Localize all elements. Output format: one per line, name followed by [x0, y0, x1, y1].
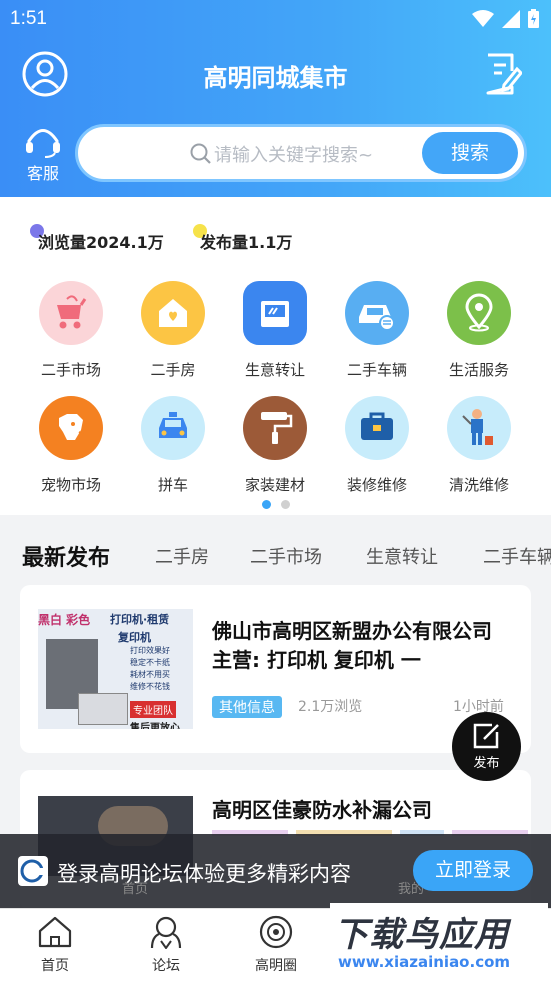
category-label: 二手房	[150, 361, 196, 379]
category-second-hand-house[interactable]: 二手房	[122, 281, 224, 380]
publish-fab[interactable]: 发布	[452, 712, 521, 781]
paint-roller-icon	[261, 412, 293, 444]
tab-used-vehicles[interactable]: 二手车辆	[483, 543, 551, 569]
location-pin-icon	[465, 293, 493, 332]
peek-home-label: 首页	[122, 882, 149, 897]
taxi-icon	[159, 412, 187, 438]
printer-graphic	[78, 693, 128, 725]
nav-label: 论坛	[152, 958, 180, 974]
search-button[interactable]: 搜索	[422, 132, 518, 174]
tab-business-transfer[interactable]: 生意转让	[366, 543, 438, 569]
thumb-text: 维修不花钱	[130, 682, 170, 691]
post-tag: 其他信息	[212, 696, 282, 718]
post-title[interactable]: 佛山市高明区新盟办公有限公司 主营: 打印机 复印机 一	[212, 617, 512, 677]
thumb-text: 打印效果好	[130, 646, 170, 655]
search-icon	[190, 143, 211, 164]
post-thumbnail: 黑白 彩色 打印机·租赁 复印机 打印效果好 稳定不卡纸 耗材不用买 维修不花钱…	[38, 609, 193, 729]
status-icons	[472, 9, 539, 28]
category-label: 二手市场	[40, 361, 101, 379]
category-pet-market[interactable]: 宠物市场	[20, 396, 122, 495]
category-used-vehicles[interactable]: 二手车辆	[326, 281, 428, 380]
views-stat: 浏览量2024.1万	[38, 233, 164, 252]
category-cleaning-repair[interactable]: 清洗维修	[428, 396, 530, 495]
category-second-hand-market[interactable]: 二手市场	[20, 281, 122, 380]
watermark: 下载鸟应用 www.xiazainiao.com	[330, 903, 548, 979]
login-banner-text: 登录高明论坛体验更多精彩内容	[57, 862, 351, 886]
tab-second-hand-house[interactable]: 二手房	[155, 543, 209, 569]
thumb-text: 打印机·租赁	[110, 613, 170, 626]
publish-label: 发布	[473, 756, 500, 771]
service-label: 客服	[26, 164, 59, 183]
wifi-icon	[472, 9, 494, 27]
forum-icon	[150, 916, 182, 950]
thumb-text: 稳定不卡纸	[130, 658, 170, 667]
category-label: 清洗维修	[448, 476, 509, 494]
thumb-text: 专业团队	[130, 701, 176, 718]
category-panel: 浏览量2024.1万 发布量1.1万 二手市场 二手房 生意转让 二手车辆 生活…	[0, 197, 551, 515]
app-title: 高明同城集市	[203, 64, 348, 92]
tab-latest[interactable]: 最新发布	[22, 540, 110, 572]
pager-dot-active	[262, 500, 271, 509]
headset-icon	[26, 129, 60, 158]
signal-icon	[502, 9, 520, 28]
nav-label: 首页	[41, 958, 69, 974]
category-renovation-repair[interactable]: 装修维修	[326, 396, 428, 495]
pager-dot	[281, 500, 290, 509]
category-label: 二手车辆	[346, 361, 407, 379]
category-business-transfer[interactable]: 生意转让	[224, 281, 326, 380]
forum-logo-icon	[18, 856, 48, 886]
stroller-icon	[57, 295, 87, 329]
status-time: 1:51	[10, 8, 47, 29]
thumb-text: 复印机	[118, 631, 151, 644]
shop-icon	[261, 301, 289, 327]
thumb-text: 耗材不用买	[130, 670, 170, 679]
post-title[interactable]: 高明区佳豪防水补漏公司	[212, 794, 432, 823]
dog-icon	[59, 414, 84, 440]
category-label: 生意转让	[244, 361, 305, 379]
customer-service-button[interactable]: 客服	[20, 126, 66, 184]
app-header: 1:51 高明同城集市 客服 请输入关键字搜索~ 搜索	[0, 0, 551, 197]
posts-stat: 发布量1.1万	[200, 233, 293, 252]
thumb-text: 黑白 彩色	[38, 613, 91, 627]
nav-forum[interactable]: 论坛	[126, 915, 206, 975]
watermark-url: www.xiazainiao.com	[338, 953, 511, 971]
edit-note-icon[interactable]	[484, 53, 522, 95]
watermark-text: 下载鸟应用	[334, 915, 509, 955]
category-label: 拼车	[157, 476, 188, 494]
search-input[interactable]: 请输入关键字搜索~	[214, 141, 373, 167]
post-views: 2.1万浏览	[298, 699, 363, 715]
login-banner: 登录高明论坛体验更多精彩内容 首页 我的 立即登录	[0, 834, 551, 908]
category-label: 装修维修	[346, 476, 407, 494]
circle-target-icon	[259, 915, 293, 949]
category-label: 家装建材	[244, 476, 305, 494]
category-carpool[interactable]: 拼车	[122, 396, 224, 495]
category-label: 生活服务	[448, 361, 509, 379]
edit-icon	[473, 723, 499, 749]
category-home-building-materials[interactable]: 家装建材	[224, 396, 326, 495]
thumb-text: 售后更放心	[130, 723, 180, 729]
category-life-service[interactable]: 生活服务	[428, 281, 530, 380]
home-icon	[38, 916, 72, 948]
login-button[interactable]: 立即登录	[413, 850, 533, 891]
search-bar[interactable]: 请输入关键字搜索~ 搜索	[75, 124, 527, 182]
nav-gaoming-circle[interactable]: 高明圈	[236, 915, 316, 975]
battery-icon	[528, 9, 539, 28]
tab-second-hand-market[interactable]: 二手市场	[250, 543, 322, 569]
cleaner-icon	[462, 409, 493, 445]
toolbox-icon	[361, 412, 393, 440]
nav-label: 高明圈	[255, 958, 297, 974]
car-icon	[359, 305, 395, 331]
house-icon	[159, 299, 187, 327]
nav-home[interactable]: 首页	[15, 915, 95, 975]
category-label: 宠物市场	[40, 476, 101, 494]
